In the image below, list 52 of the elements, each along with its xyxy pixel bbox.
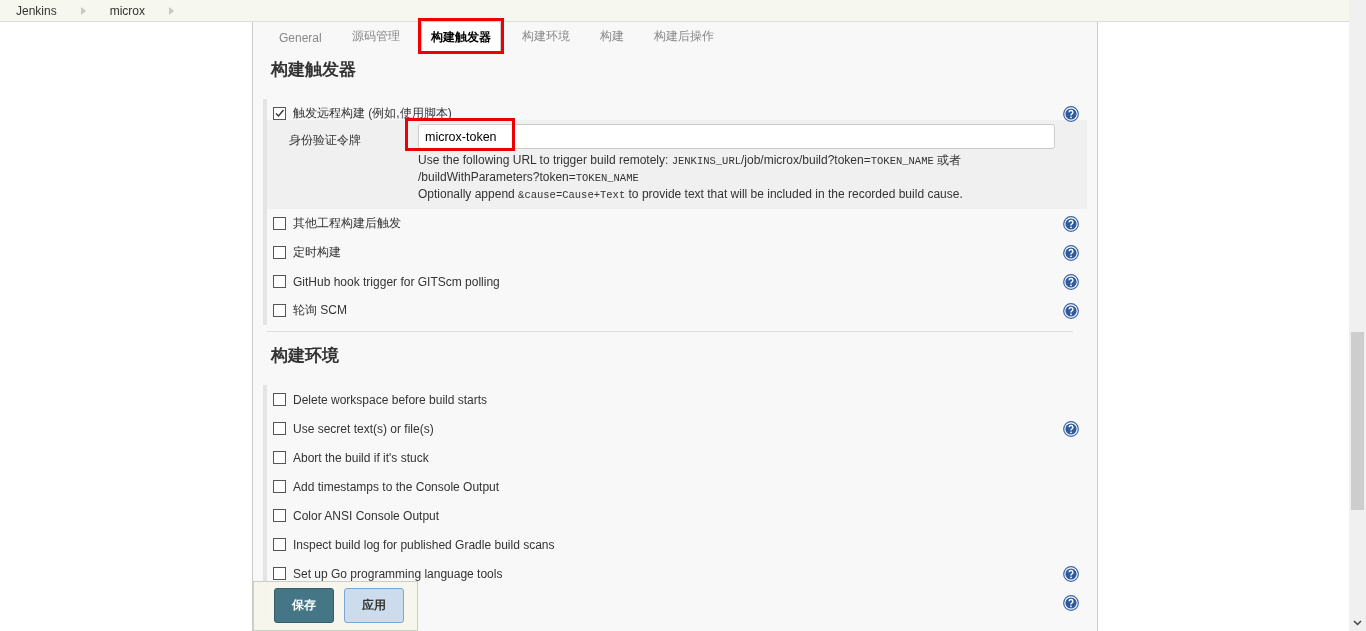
- option-label: 其他工程构建后触发: [293, 215, 401, 232]
- section-title: 构建触发器: [271, 59, 357, 81]
- breadcrumb-link[interactable]: microx: [109, 3, 146, 18]
- save-button[interactable]: 保存: [274, 588, 334, 623]
- scrollbar[interactable]: [1349, 0, 1366, 631]
- help-text: Optionally append &cause=Cause+Text to provide text that will be included in the recorded build cause.: [418, 186, 964, 203]
- option-label: Delete workspace before build starts: [293, 392, 488, 407]
- option-label: Abort the build if it's stuck: [293, 450, 429, 465]
- option-label: 定时构建: [293, 244, 341, 261]
- checkbox[interactable]: [273, 217, 286, 230]
- checkbox[interactable]: [273, 422, 286, 435]
- apply-button[interactable]: 应用: [344, 588, 404, 623]
- option-label: Use secret text(s) or file(s): [293, 421, 434, 436]
- checkbox[interactable]: [273, 567, 286, 580]
- help-icon[interactable]: [1063, 215, 1079, 232]
- help-text: Use the following URL to trigger build remotely: JENKINS_URL/job/microx/build?token=TOKEN_NAME 或者 /buildWithParameters?token=TOKEN_NAME: [418, 152, 963, 186]
- help-icon[interactable]: [1063, 273, 1079, 290]
- checkbox[interactable]: [273, 393, 286, 406]
- breadcrumb-link[interactable]: Jenkins: [16, 3, 57, 18]
- caret-icon: [80, 6, 86, 15]
- help-icon[interactable]: [1063, 420, 1079, 437]
- help-icon[interactable]: [1063, 565, 1079, 582]
- caret-icon: [169, 6, 175, 15]
- checkbox[interactable]: [273, 509, 286, 522]
- option-label: Inspect build log for published Gradle build scans: [293, 537, 555, 552]
- checkbox[interactable]: [273, 246, 286, 259]
- checkbox[interactable]: [273, 538, 286, 551]
- checkbox[interactable]: [273, 304, 286, 317]
- option-label: GitHub hook trigger for GITScm polling: [293, 274, 500, 289]
- checkbox[interactable]: [273, 107, 286, 120]
- token-field[interactable]: microx-token: [418, 124, 1055, 149]
- tab[interactable]: 构建后操作: [644, 20, 723, 51]
- help-icon[interactable]: [1063, 302, 1079, 319]
- checkbox[interactable]: [273, 275, 286, 288]
- option-label: Color ANSI Console Output: [293, 508, 440, 523]
- section-title: 构建环境: [271, 345, 340, 367]
- help-icon[interactable]: [1063, 594, 1079, 611]
- tab[interactable]: 源码管理: [342, 20, 409, 51]
- tab[interactable]: 构建: [590, 20, 633, 51]
- tab[interactable]: 构建环境: [512, 20, 579, 51]
- tab[interactable]: 构建触发器: [420, 21, 501, 51]
- field-label: 身份验证令牌: [289, 132, 362, 149]
- tab[interactable]: General: [270, 23, 331, 51]
- chevron-down-icon[interactable]: [1353, 620, 1362, 626]
- checkbox[interactable]: [273, 480, 286, 493]
- option-label: 轮询 SCM: [293, 302, 347, 319]
- option-label: Set up Go programming language tools: [293, 566, 503, 581]
- checkbox[interactable]: [273, 451, 286, 464]
- help-icon[interactable]: [1063, 105, 1079, 122]
- help-icon[interactable]: [1063, 244, 1079, 261]
- scrollbar-thumb[interactable]: [1351, 332, 1364, 510]
- option-label: Add timestamps to the Console Output: [293, 479, 500, 494]
